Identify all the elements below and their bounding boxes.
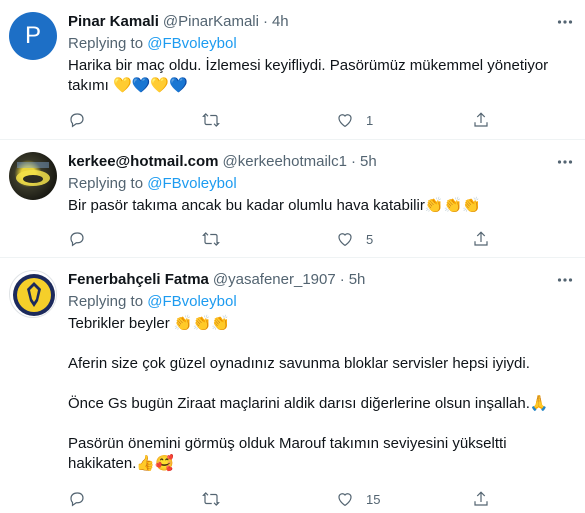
retweet-button[interactable] xyxy=(202,111,220,129)
tweet-text: Bir pasör takıma ancak bu kadar olumlu h… xyxy=(68,197,481,214)
tweet-header: Fenerbahçeli Fatma @yasafener_1907 · 5h xyxy=(68,270,575,290)
tweet-actions: 5 xyxy=(68,229,508,249)
tweet-text: Harika bir maç oldu. İzlemesi keyifliydi… xyxy=(68,57,553,94)
tweet-card[interactable]: Fenerbahçeli Fatma @yasafener_1907 · 5h … xyxy=(0,258,585,513)
like-count: 1 xyxy=(366,112,374,128)
tweet-header: kerkee@hotmail.com @kerkeehotmailc1 · 5h xyxy=(68,152,575,172)
more-options-icon[interactable] xyxy=(555,12,575,32)
reply-button[interactable] xyxy=(68,230,86,248)
like-count: 5 xyxy=(366,231,374,247)
tweet-card[interactable]: kerkee@hotmail.com @kerkeehotmailc1 · 5h… xyxy=(0,140,585,258)
replying-to: Replying to @FBvoleybol xyxy=(68,174,575,194)
share-button[interactable] xyxy=(472,490,490,508)
retweet-icon xyxy=(202,232,220,246)
more-options-icon[interactable] xyxy=(555,270,575,290)
more-options-icon[interactable] xyxy=(555,152,575,172)
tweet-actions: 1 xyxy=(68,110,508,130)
replying-to: Replying to @FBvoleybol xyxy=(68,292,575,312)
retweet-icon xyxy=(202,113,220,127)
timestamp[interactable]: 4h xyxy=(272,12,289,32)
separator-dot: · xyxy=(339,271,345,288)
retweet-button[interactable] xyxy=(202,490,220,508)
tweet-text: Tebrikler beyler 👏👏👏 Aferin size çok güz… xyxy=(68,315,549,472)
display-name[interactable]: kerkee@hotmail.com xyxy=(68,152,219,172)
reply-icon xyxy=(70,232,84,247)
share-button[interactable] xyxy=(472,111,490,129)
reply-button[interactable] xyxy=(68,490,86,508)
share-icon xyxy=(474,112,488,127)
separator-dot: · xyxy=(262,13,268,30)
mention-link[interactable]: @FBvoleybol xyxy=(147,175,236,192)
reply-icon xyxy=(70,113,84,128)
like-count: 15 xyxy=(366,491,381,507)
heart-icon xyxy=(338,493,352,507)
avatar-image xyxy=(16,162,50,186)
replying-to-prefix: Replying to xyxy=(68,175,148,192)
timestamp[interactable]: 5h xyxy=(349,270,366,290)
tweet-header: Pinar Kamali @PinarKamali · 4h xyxy=(68,12,575,32)
heart-icon xyxy=(338,114,352,128)
user-handle[interactable]: @yasafener_1907 xyxy=(213,270,336,290)
retweet-icon xyxy=(202,492,220,506)
mention-link[interactable]: @FBvoleybol xyxy=(147,293,236,310)
avatar[interactable] xyxy=(9,270,57,318)
share-icon xyxy=(474,491,488,506)
replying-to-prefix: Replying to xyxy=(68,293,148,310)
retweet-button[interactable] xyxy=(202,230,220,248)
share-icon xyxy=(474,231,488,246)
tweet-card[interactable]: P Pinar Kamali @PinarKamali · 4h Replyin… xyxy=(0,0,585,140)
user-handle[interactable]: @PinarKamali xyxy=(163,12,259,32)
timestamp[interactable]: 5h xyxy=(360,152,377,172)
like-button[interactable]: 1 xyxy=(336,111,373,129)
avatar[interactable] xyxy=(9,152,57,200)
replying-to-prefix: Replying to xyxy=(68,35,148,52)
avatar[interactable]: P xyxy=(9,12,57,60)
user-handle[interactable]: @kerkeehotmailc1 xyxy=(223,152,347,172)
mention-link[interactable]: @FBvoleybol xyxy=(147,35,236,52)
reply-button[interactable] xyxy=(68,111,86,129)
heart-icon xyxy=(338,233,352,247)
share-button[interactable] xyxy=(472,230,490,248)
display-name[interactable]: Pinar Kamali xyxy=(68,12,159,32)
tweet-actions: 15 xyxy=(68,489,508,509)
reply-icon xyxy=(70,492,84,507)
display-name[interactable]: Fenerbahçeli Fatma xyxy=(68,270,209,290)
replying-to: Replying to @FBvoleybol xyxy=(68,34,575,54)
separator-dot: · xyxy=(350,153,356,170)
like-button[interactable]: 5 xyxy=(336,230,373,248)
like-button[interactable]: 15 xyxy=(336,490,380,508)
avatar-image xyxy=(13,274,55,316)
